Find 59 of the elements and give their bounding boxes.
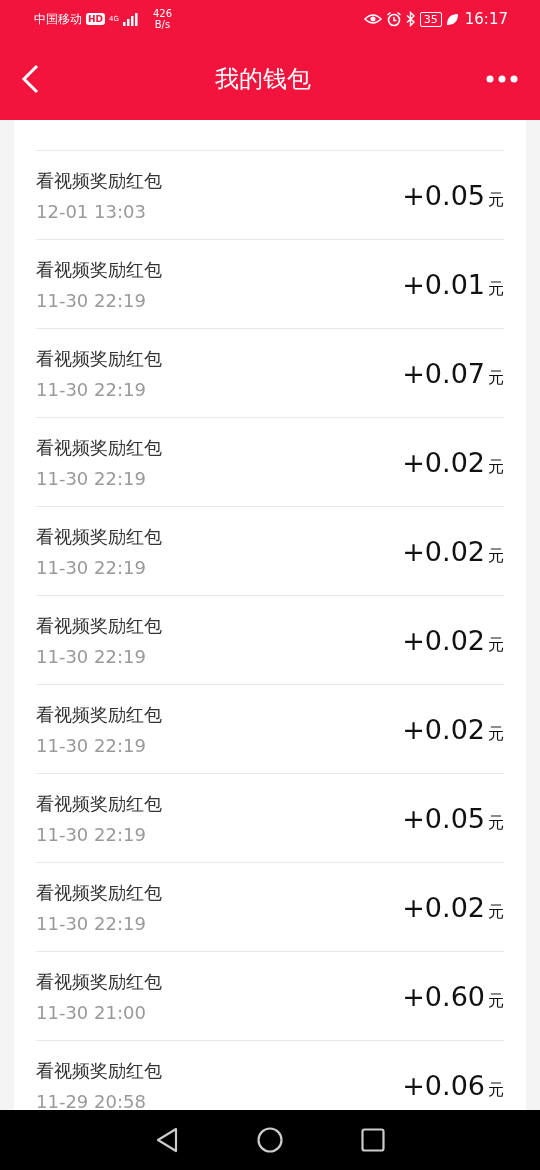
record-date: 11-30 22:19 bbox=[36, 556, 147, 578]
currency-unit: 元 bbox=[488, 545, 504, 567]
record-title: 看视频奖励红包 bbox=[36, 435, 163, 460]
bluetooth-icon bbox=[405, 11, 416, 27]
record-date: 12-01 13:03 bbox=[36, 200, 147, 222]
record-amount: +0.07 bbox=[402, 357, 485, 389]
record-title: 看视频奖励红包 bbox=[36, 969, 163, 994]
record-date: 11-30 22:19 bbox=[36, 734, 147, 756]
record-amount: +0.02 bbox=[402, 624, 485, 656]
currency-unit: 元 bbox=[488, 278, 504, 300]
signal-icon bbox=[122, 12, 141, 26]
record-amount: +0.02 bbox=[402, 446, 485, 478]
leaf-icon bbox=[445, 12, 459, 26]
clock-time: 16:17 bbox=[464, 10, 508, 28]
record-amount: +0.06 bbox=[402, 1069, 485, 1101]
currency-unit: 元 bbox=[488, 990, 504, 1012]
record-amount: +0.05 bbox=[402, 179, 485, 211]
record-date: 11-30 22:19 bbox=[36, 645, 147, 667]
hd-badge: HD bbox=[86, 13, 105, 25]
record-date: 11-30 22:19 bbox=[36, 823, 147, 845]
record-title: 看视频奖励红包 bbox=[36, 168, 163, 193]
more-icon[interactable] bbox=[486, 75, 518, 83]
record-title: 看视频奖励红包 bbox=[36, 257, 163, 282]
record-title: 看视频奖励红包 bbox=[36, 613, 163, 638]
currency-unit: 元 bbox=[488, 723, 504, 745]
home-icon[interactable] bbox=[257, 1127, 283, 1153]
record-title: 看视频奖励红包 bbox=[36, 702, 163, 727]
back-icon[interactable] bbox=[155, 1127, 179, 1153]
carrier-name: 中国移动 bbox=[34, 10, 82, 28]
record-amount: +0.02 bbox=[402, 713, 485, 745]
currency-unit: 元 bbox=[488, 1079, 504, 1101]
record-amount: +0.02 bbox=[402, 535, 485, 567]
currency-unit: 元 bbox=[488, 812, 504, 834]
record-date: 11-30 22:19 bbox=[36, 289, 147, 311]
record-date: 11-30 21:00 bbox=[36, 1001, 147, 1023]
record-title: 看视频奖励红包 bbox=[36, 880, 163, 905]
recents-icon[interactable] bbox=[361, 1128, 385, 1152]
currency-unit: 元 bbox=[488, 189, 504, 211]
record-date: 11-30 22:19 bbox=[36, 912, 147, 934]
currency-unit: 元 bbox=[488, 367, 504, 389]
record-date: 11-30 22:19 bbox=[36, 378, 147, 400]
record-title: 看视频奖励红包 bbox=[36, 1058, 163, 1083]
record-title: 看视频奖励红包 bbox=[36, 524, 163, 549]
record-date: 11-30 22:19 bbox=[36, 467, 147, 489]
network-speed: 426 B/s bbox=[152, 8, 172, 30]
record-title: 看视频奖励红包 bbox=[36, 791, 163, 816]
page-title: 我的钱包 bbox=[214, 64, 312, 95]
eye-icon bbox=[363, 13, 382, 25]
alarm-icon bbox=[385, 11, 402, 27]
record-amount: +0.01 bbox=[402, 268, 485, 300]
record-amount: +0.60 bbox=[402, 980, 485, 1012]
battery-level: 35 bbox=[419, 11, 442, 27]
record-amount: +0.02 bbox=[402, 891, 485, 923]
record-date: 11-29 20:58 bbox=[36, 1090, 147, 1110]
currency-unit: 元 bbox=[488, 901, 504, 923]
currency-unit: 元 bbox=[488, 634, 504, 656]
currency-unit: 元 bbox=[488, 456, 504, 478]
record-amount: +0.05 bbox=[402, 802, 485, 834]
record-title: 看视频奖励红包 bbox=[36, 346, 163, 371]
